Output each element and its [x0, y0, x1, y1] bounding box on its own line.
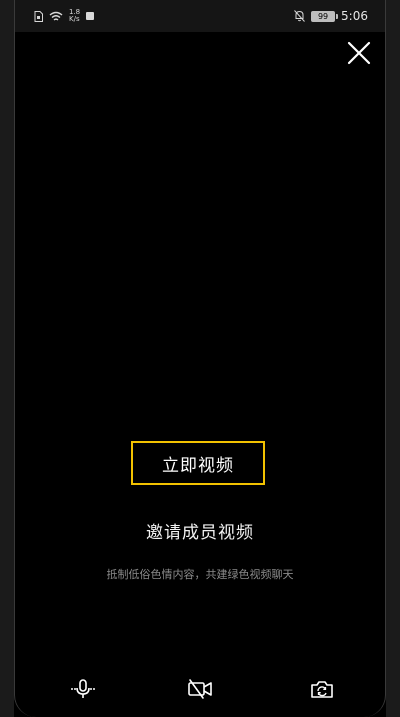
microphone-button[interactable] [68, 674, 98, 704]
status-right: 99 5:06 [294, 9, 368, 23]
device-bezel [0, 0, 400, 717]
status-time: 5:06 [341, 9, 368, 23]
battery-indicator: 99 [311, 10, 339, 22]
invite-members-title: 邀请成员视频 [146, 523, 254, 543]
network-speed-unit: K/s [69, 15, 80, 23]
notification-square-icon [86, 12, 95, 20]
camera-toggle-button[interactable] [185, 674, 215, 704]
network-speed: 1.8 K/s [69, 9, 80, 23]
video-call-screen: 1.8 K/s 99 5:06 立即视频 邀请成员视频 抵制低俗色情内容，共建绿… [0, 0, 400, 717]
device-screen-edge [14, 0, 386, 717]
status-bar: 1.8 K/s 99 5:06 [0, 0, 400, 32]
call-controls [0, 674, 400, 704]
status-left: 1.8 K/s [34, 9, 95, 23]
sim-card-icon [34, 10, 43, 22]
microphone-icon [71, 679, 95, 698]
close-icon [347, 41, 371, 65]
start-video-button[interactable]: 立即视频 [131, 441, 265, 485]
close-button[interactable] [346, 40, 372, 66]
content-policy-hint: 抵制低俗色情内容，共建绿色视频聊天 [106, 568, 294, 581]
bell-off-icon [294, 10, 305, 22]
camera-off-icon [188, 679, 212, 699]
switch-camera-icon [311, 681, 333, 698]
switch-camera-button[interactable] [307, 674, 337, 704]
wifi-icon [49, 11, 63, 21]
